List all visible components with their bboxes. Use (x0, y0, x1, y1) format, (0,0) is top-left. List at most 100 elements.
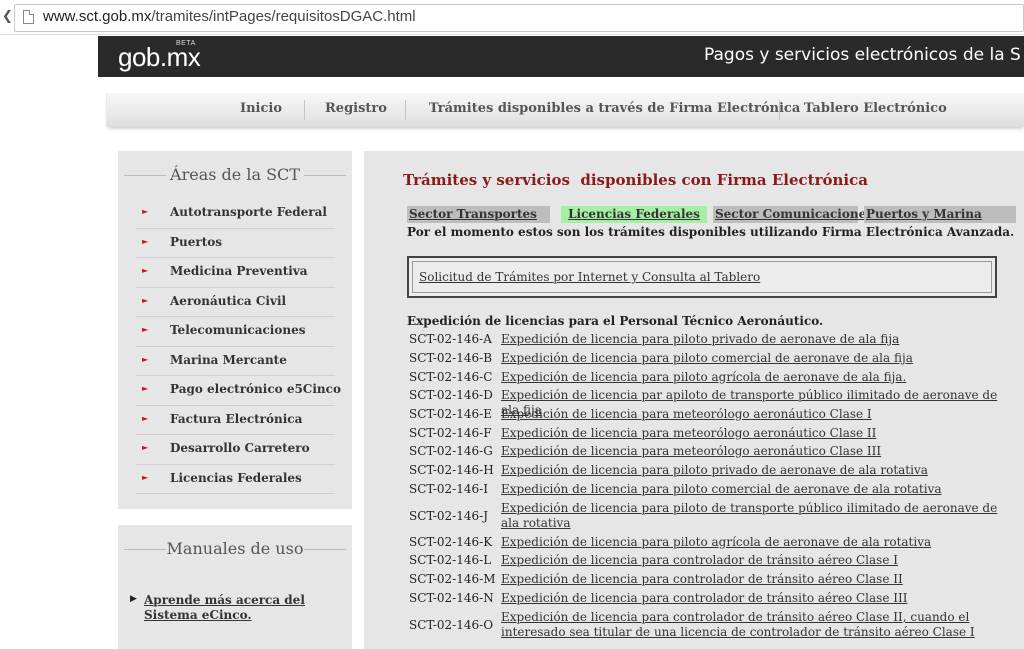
sidebar-item-licencias[interactable]: ► Licencias Federales (136, 465, 335, 494)
procedure-link[interactable]: Expedición de licencia para piloto comer… (501, 482, 1011, 497)
sidebar-item-telecom[interactable]: ► Telecomunicaciones (136, 317, 335, 347)
main-content: Trámites y servicios disponibles con Fir… (364, 151, 1024, 649)
procedure-link[interactable]: Expedición de licencia para piloto priva… (501, 463, 1011, 478)
sidebar-title-text: Áreas de la SCT (170, 165, 300, 184)
ecinco-manual-link[interactable]: Aprende más acerca del Sistema eCinco. (144, 593, 344, 623)
sidebar-item-label: Puertos (170, 234, 223, 249)
beta-badge: BETA (176, 40, 196, 47)
sidebar-item-label: Licencias Federales (170, 470, 302, 485)
bullet-icon: ► (142, 325, 149, 334)
title-rule (124, 175, 166, 176)
sidebar-item-puertos[interactable]: ► Puertos (136, 229, 335, 258)
sidebar-item-label: Desarrollo Carretero (170, 441, 310, 455)
procedure-code: SCT-02-146-B (409, 351, 493, 365)
request-link[interactable]: Solicitud de Trámites por Internet y Con… (419, 270, 760, 284)
bullet-icon: ► (142, 207, 149, 216)
procedure-code: SCT-02-146-F (409, 426, 492, 440)
bullet-icon: ► (142, 354, 149, 364)
section-title: Expedición de licencias para el Personal… (407, 314, 824, 328)
sidebar-title: Áreas de la SCT (118, 165, 352, 184)
sidebar-item-aeronautica[interactable]: ► Aeronáutica Civil (136, 288, 335, 317)
procedure-link[interactable]: Expedición de licencia para meteorólogo … (501, 407, 1011, 422)
bullet-icon: ► (142, 266, 149, 275)
sidebar-item-label: Aeronáutica Civil (170, 293, 287, 308)
manuals-title-text: Manuales de uso (166, 539, 304, 558)
gobmx-logo[interactable]: gob.mx BETA (118, 40, 201, 73)
procedure-code: SCT-02-146-C (409, 370, 493, 384)
bullet-icon: ► (142, 472, 149, 482)
sidebar-item-label: Marina Mercante (170, 352, 287, 367)
sidebar-item-factura[interactable]: ► Factura Electrónica (136, 406, 335, 435)
site-header: gob.mx BETA Pagos y servicios electrónic… (98, 36, 1024, 77)
url-host: www.sct.gob.mx (43, 8, 152, 25)
sidebar-manuals: Manuales de uso ▶ Aprende más acerca del… (118, 525, 352, 649)
sidebar-list: ► Autotransporte Federal ► Puertos ► Medici… (136, 199, 341, 494)
sidebar-areas: Áreas de la SCT ► Autotransporte Federal … (118, 151, 352, 509)
sidebar-item-medicina[interactable]: ► Medicina Preventiva (136, 258, 335, 288)
tab-sector-comunicaciones[interactable]: Sector Comunicaciones (713, 206, 873, 223)
procedure-link[interactable]: Expedición de licencia para piloto agríc… (501, 535, 1011, 550)
procedure-link[interactable]: Expedición de licencia para controlador … (501, 610, 1011, 640)
sidebar-item-pago[interactable]: ► Pago electrónico e5Cinco (136, 376, 341, 406)
sidebar-item-label: Pago electrónico e5Cinco (170, 382, 341, 396)
url-text[interactable]: www.sct.gob.mx/tramites/intPages/requisi… (43, 8, 416, 25)
procedure-code: SCT-02-146-H (409, 463, 494, 477)
procedure-code: SCT-02-146-I (409, 482, 488, 496)
procedure-link[interactable]: Expedición de licencia para meteorólogo … (501, 426, 1011, 441)
sidebar-item-label: Telecomunicaciones (170, 323, 306, 337)
bullet-icon: ► (142, 384, 149, 393)
main-nav: Inicio Registro Trámites disponibles a t… (106, 93, 1024, 127)
procedure-code: SCT-02-146-K (409, 535, 493, 549)
nav-tramites-firma[interactable]: Trámites disponibles a través de Firma E… (429, 101, 800, 116)
page-title: Trámites y servicios disponibles con Fir… (403, 171, 868, 189)
procedure-code: SCT-02-146-N (409, 591, 494, 605)
title-rule (304, 549, 346, 550)
page-icon (23, 10, 34, 24)
sidebar-item-label: Medicina Preventiva (170, 264, 308, 278)
procedure-link[interactable]: Expedición de licencia para piloto de tr… (501, 501, 1011, 531)
bullet-icon: ► (142, 413, 149, 423)
procedure-code: SCT-02-146-A (409, 332, 492, 346)
procedure-link[interactable]: Expedición de licencia para piloto agríc… (501, 370, 1011, 385)
procedure-link[interactable]: Expedición de licencia para controlador … (501, 591, 1011, 606)
tab-puertos-marina[interactable]: Puertos y Marina (864, 206, 1016, 223)
procedure-code: SCT-02-146-G (409, 444, 493, 458)
bullet-icon: ► (142, 443, 149, 452)
procedure-link[interactable]: Expedición de licencia para controlador … (501, 572, 1011, 587)
tab-sector-transportes[interactable]: Sector Transportes (407, 206, 550, 223)
procedure-code: SCT-02-146-D (409, 388, 493, 402)
sidebar-item-autotransporte[interactable]: ► Autotransporte Federal (136, 199, 335, 229)
nav-inicio[interactable]: Inicio (240, 101, 282, 116)
triangle-bullet-icon: ▶ (130, 594, 137, 604)
nav-separator (779, 100, 780, 120)
back-arrow-icon[interactable]: ❮ (2, 9, 13, 24)
availability-note: Por el momento estos son los trámites di… (407, 225, 1015, 239)
nav-separator (304, 100, 305, 120)
request-box: Solicitud de Trámites por Internet y Con… (407, 256, 997, 298)
sidebar-item-label: Factura Electrónica (170, 411, 303, 426)
sidebar-item-carretero[interactable]: ► Desarrollo Carretero (136, 435, 335, 465)
url-path: /tramites/intPages/requisitosDGAC.html (151, 8, 416, 25)
procedure-code: SCT-02-146-J (409, 509, 489, 523)
nav-registro[interactable]: Registro (325, 101, 387, 116)
procedure-link[interactable]: Expedición de licencia para controlador … (501, 553, 1011, 568)
browser-address-bar: ❮ www.sct.gob.mx/tramites/intPages/requi… (0, 0, 1024, 35)
procedure-code: SCT-02-146-M (409, 572, 496, 586)
title-rule (124, 549, 166, 550)
nav-separator (405, 100, 406, 120)
sidebar-item-label: Autotransporte Federal (170, 205, 327, 219)
sidebar-item-marina[interactable]: ► Marina Mercante (136, 347, 335, 376)
services-title: Pagos y servicios electrónicos de la S (704, 45, 1021, 65)
procedure-link[interactable]: Expedición de licencia para meteorólogo … (501, 444, 1011, 459)
procedure-code: SCT-02-146-O (409, 618, 494, 632)
bullet-icon: ► (142, 236, 149, 246)
procedure-link[interactable]: Expedición de licencia para piloto priva… (501, 332, 1011, 347)
tab-licencias-federales[interactable]: Licencias Federales (561, 206, 707, 223)
procedure-code: SCT-02-146-L (409, 553, 492, 567)
procedure-link[interactable]: Expedición de licencia para piloto comer… (501, 351, 1011, 366)
procedure-code: SCT-02-146-E (409, 407, 492, 421)
nav-tablero[interactable]: Tablero Electrónico (804, 101, 947, 116)
url-field[interactable]: www.sct.gob.mx/tramites/intPages/requisi… (14, 4, 1024, 32)
manuals-title: Manuales de uso (118, 539, 352, 558)
bullet-icon: ► (142, 295, 149, 305)
